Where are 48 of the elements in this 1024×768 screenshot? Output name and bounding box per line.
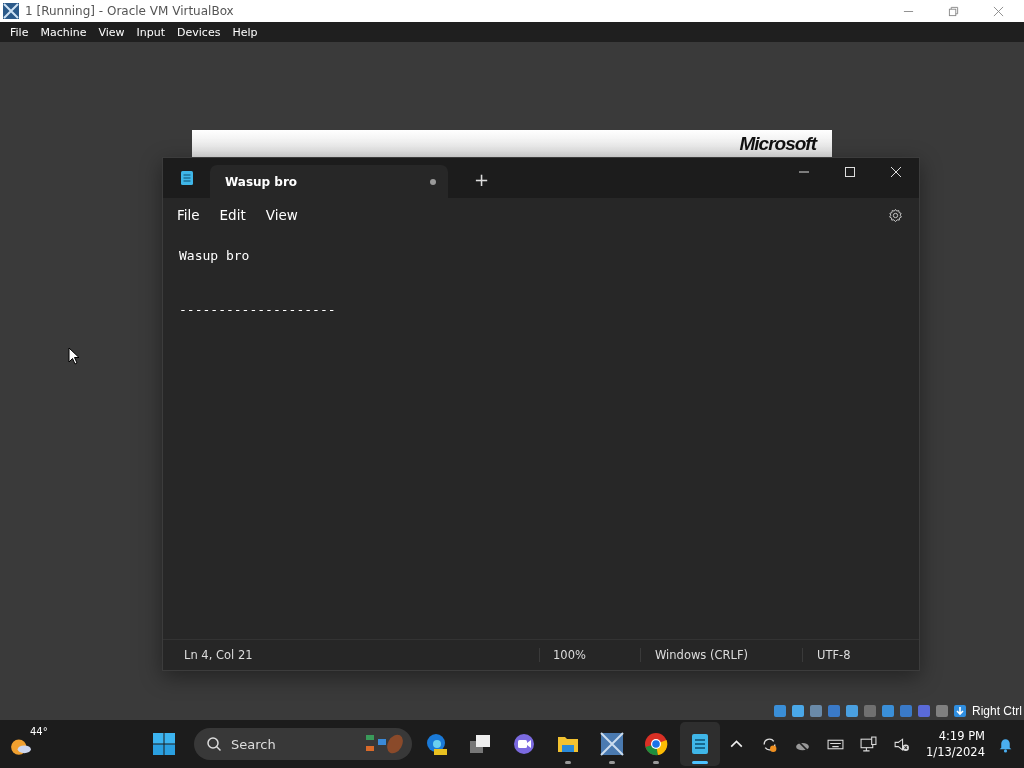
device-status-icon[interactable] (791, 704, 805, 718)
text-editor[interactable]: Wasup bro -------------------- (163, 232, 919, 639)
window-title: 1 [Running] - Oracle VM VirtualBox (25, 4, 234, 18)
banner-logo-text: Microsoft (739, 134, 816, 153)
document-text: Wasup bro -------------------- (179, 247, 336, 319)
cursor-position: Ln 4, Col 21 (183, 648, 254, 662)
menu-item[interactable]: Edit (209, 207, 256, 223)
clock[interactable]: 4:19 PM 1/13/2024 (926, 728, 985, 760)
device-status-icon[interactable] (845, 704, 859, 718)
device-status-icon[interactable] (917, 704, 931, 718)
notepad-icon (180, 170, 194, 186)
network-icon[interactable] (860, 735, 878, 753)
document-tab[interactable]: Wasup bro (210, 165, 448, 198)
start-icon[interactable] (152, 732, 176, 756)
menu-item[interactable]: Help (226, 25, 264, 39)
browser-icon (644, 732, 668, 756)
line-ending: Windows (CRLF) (640, 648, 802, 662)
device-status-icon[interactable] (809, 704, 823, 718)
host-key-label: Right Ctrl (972, 704, 1022, 718)
video-chat-icon (512, 732, 536, 756)
search-field[interactable]: Search (194, 728, 412, 760)
task-view-icon (468, 732, 492, 756)
new-tab-button[interactable]: + (474, 169, 490, 190)
zoom-level: 100% (539, 648, 640, 662)
device-status-icon[interactable] (899, 704, 913, 718)
weather-widget[interactable]: 44° (10, 726, 50, 762)
menu-item[interactable]: File (4, 25, 35, 39)
taskbar-app[interactable] (680, 722, 720, 766)
menu-item[interactable]: View (255, 207, 308, 223)
settings-icon[interactable] (888, 207, 903, 223)
menu-item[interactable]: Machine (34, 25, 93, 39)
download-icon[interactable] (953, 704, 967, 718)
browser-icon (424, 732, 448, 756)
restore-icon[interactable] (948, 5, 959, 17)
device-status-icon[interactable] (827, 704, 841, 718)
menu-item[interactable]: View (92, 25, 131, 39)
maximize-icon[interactable] (844, 166, 856, 178)
mouse-cursor-icon (68, 347, 80, 365)
menu-item[interactable]: Devices (171, 25, 227, 39)
muted-speaker-icon[interactable] (893, 735, 911, 753)
menu-item[interactable]: File (167, 207, 210, 223)
device-status-icon[interactable] (773, 704, 787, 718)
sync-icon[interactable] (761, 735, 779, 753)
encoding: UTF-8 (802, 648, 851, 662)
search-icon (206, 736, 222, 752)
app-icon (3, 3, 19, 19)
device-status-icon[interactable] (881, 704, 895, 718)
menu-item[interactable]: Input (130, 25, 172, 39)
